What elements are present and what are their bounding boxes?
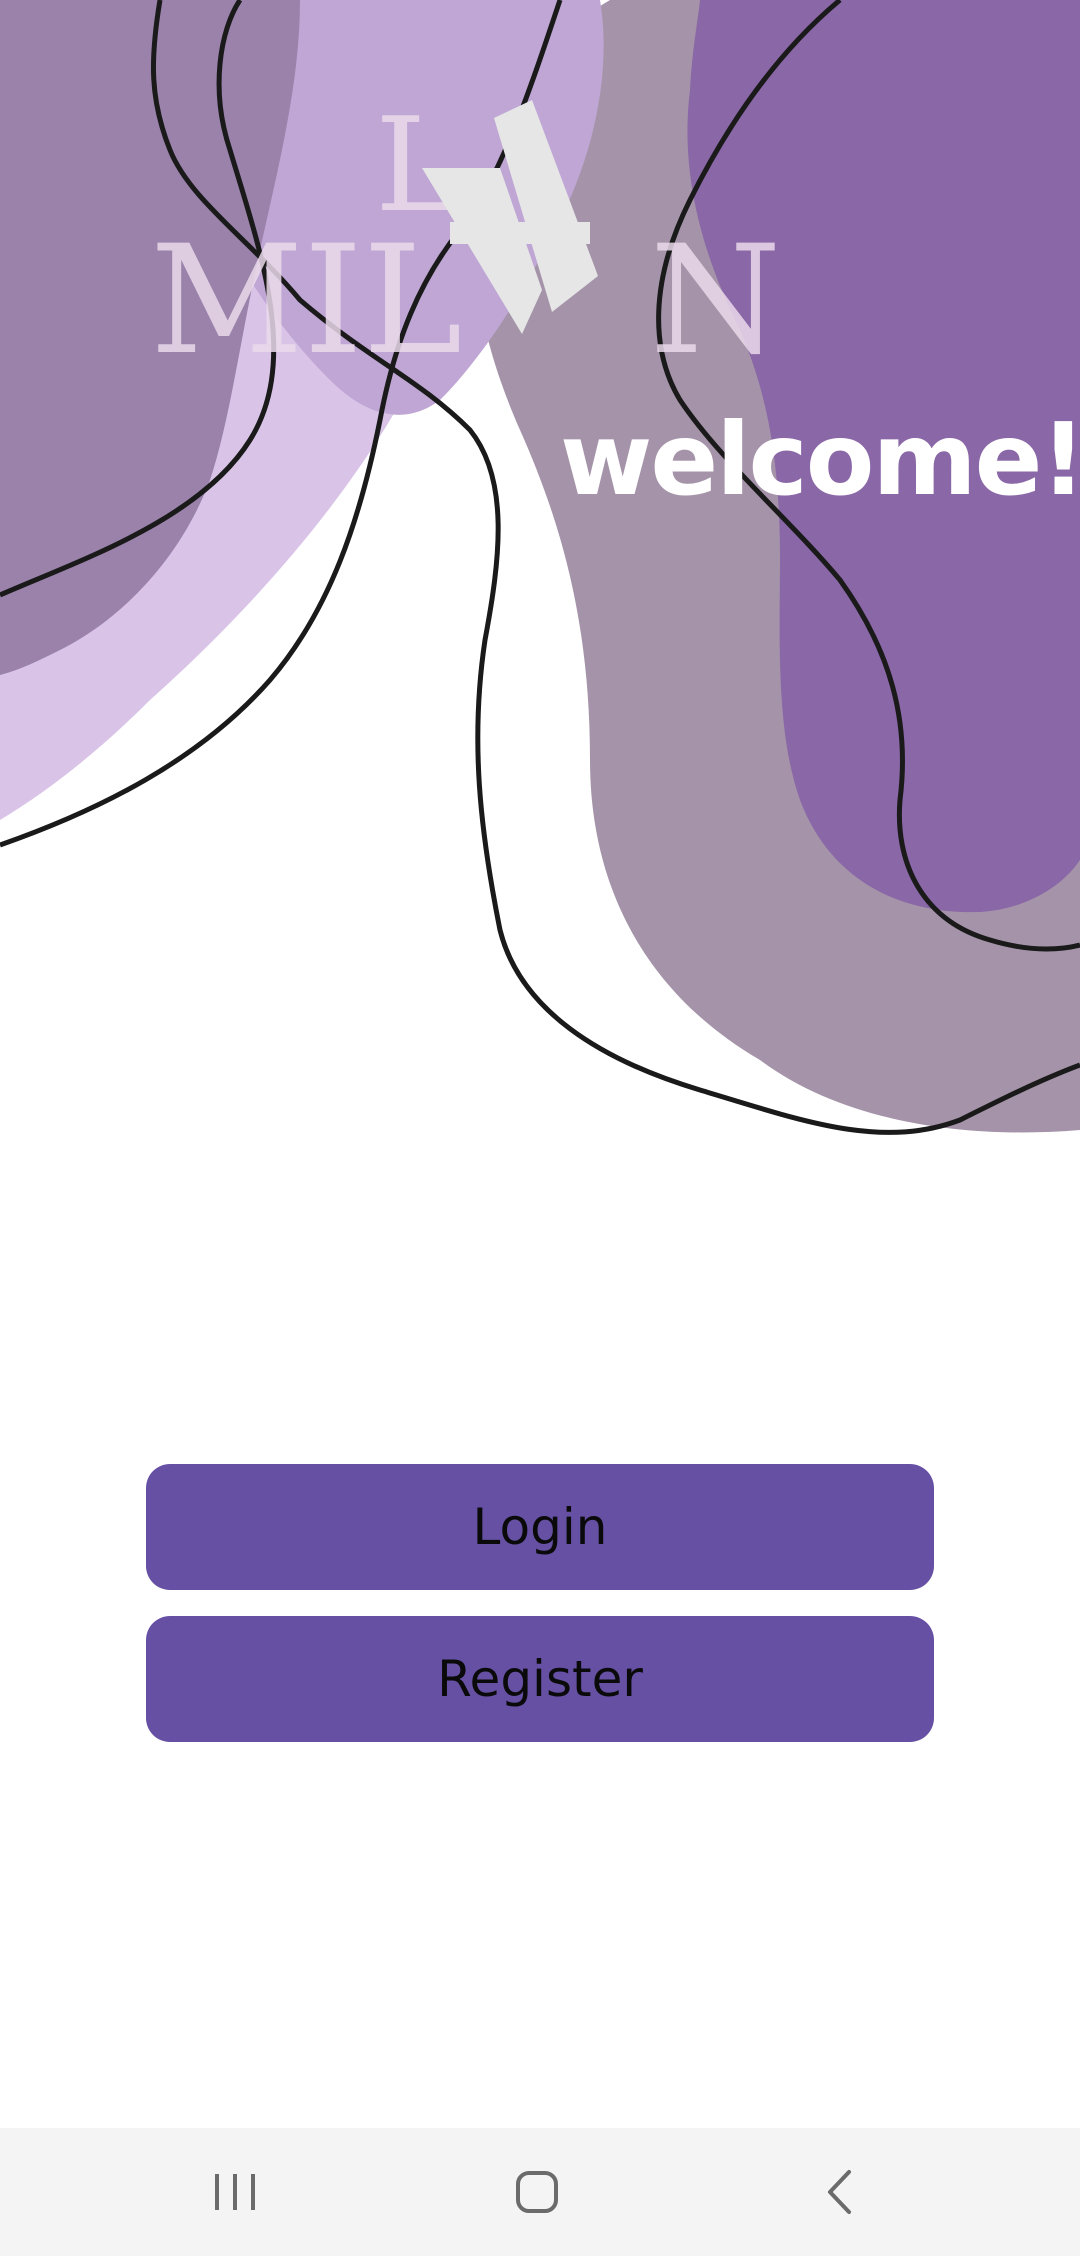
welcome-heading: welcome!	[560, 401, 1080, 518]
register-button-label: Register	[437, 1650, 643, 1708]
svg-text:N: N	[650, 214, 781, 370]
register-button[interactable]: Register	[146, 1616, 934, 1742]
login-button[interactable]: Login	[146, 1464, 934, 1590]
la-milan-logo: L MIL N	[150, 90, 781, 370]
login-button-label: Login	[472, 1498, 608, 1556]
home-icon	[516, 2171, 558, 2213]
system-navigation-bar	[0, 2128, 1080, 2256]
welcome-screen: L MIL N welcome! Login Register	[0, 0, 1080, 2256]
svg-text:MIL: MIL	[150, 214, 462, 370]
recents-icon	[215, 2174, 255, 2210]
home-button[interactable]	[437, 2128, 637, 2256]
back-button[interactable]	[740, 2128, 940, 2256]
recents-button[interactable]	[135, 2128, 335, 2256]
back-icon	[828, 2170, 851, 2214]
